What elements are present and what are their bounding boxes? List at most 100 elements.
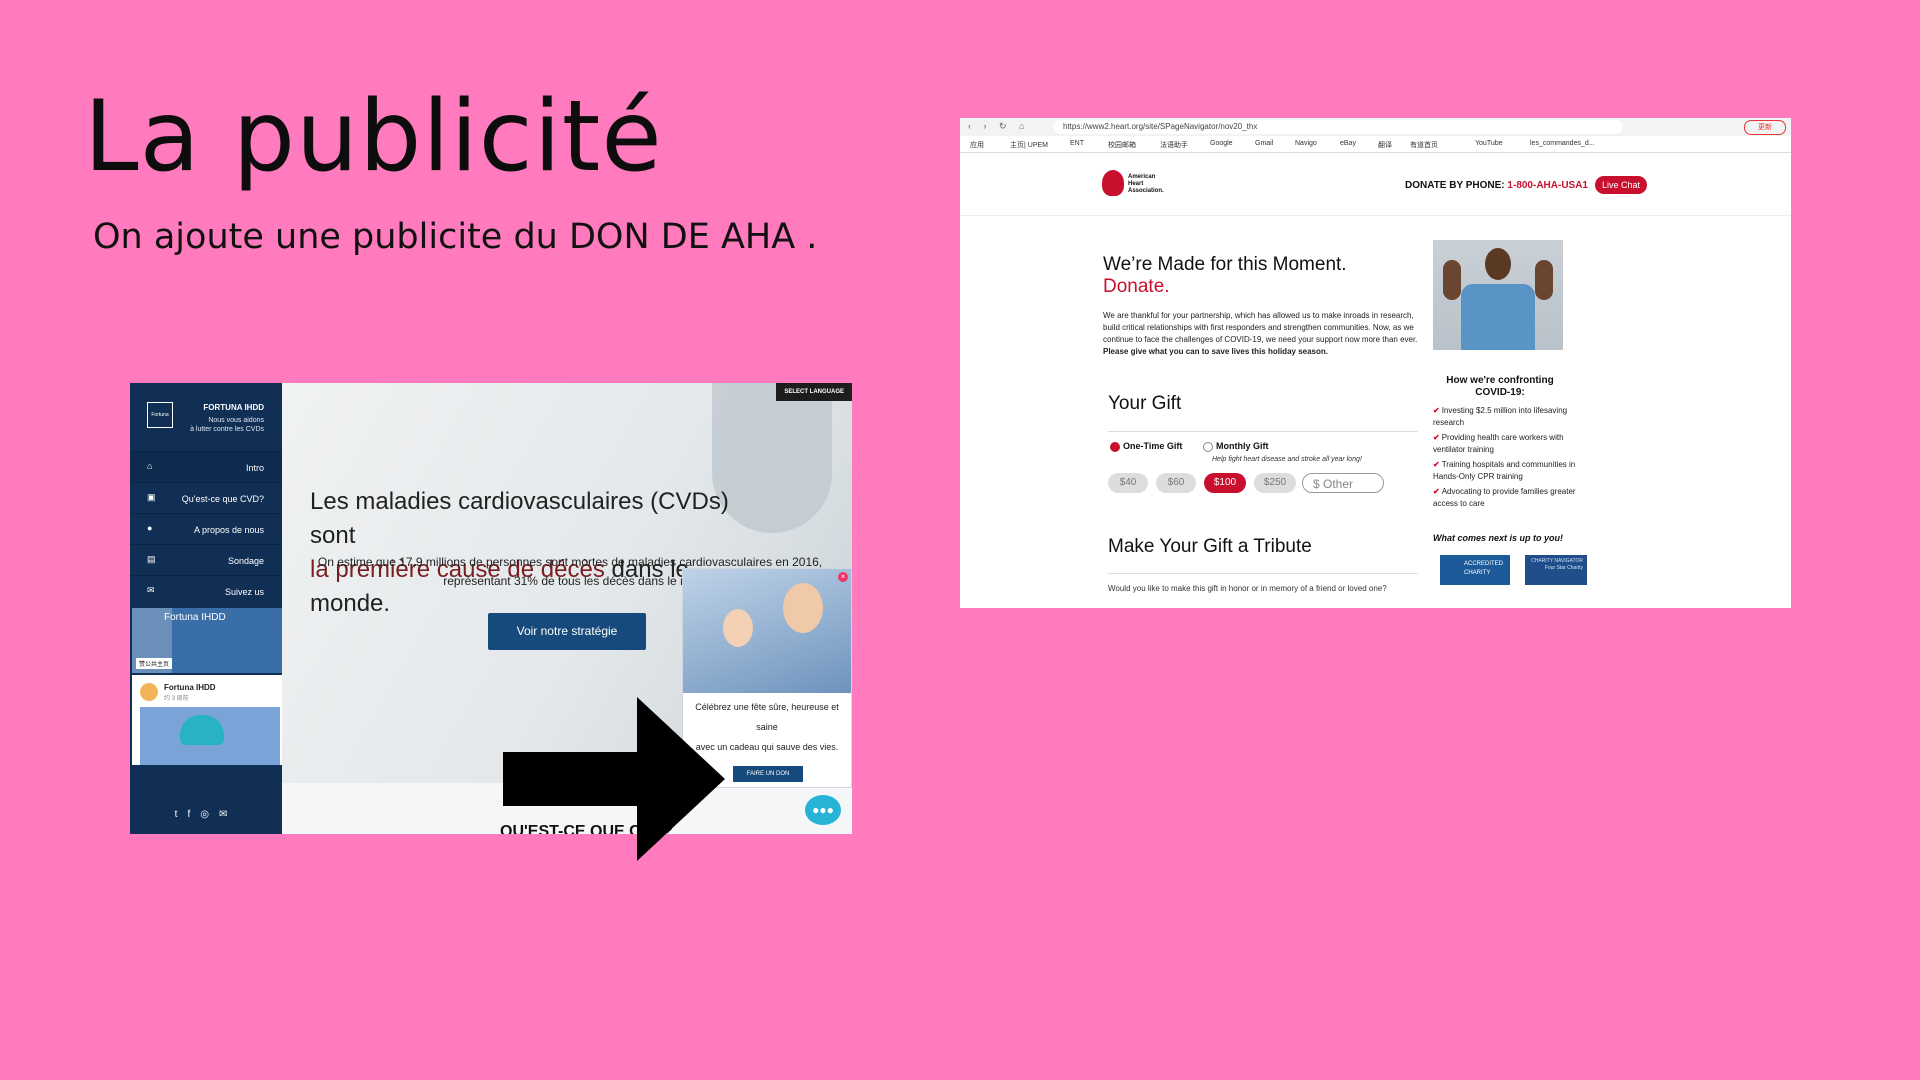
clipboard-icon: ▣ [147,492,156,502]
check-icon: ✔ [1433,460,1440,469]
fb-post-author: Fortuna IHDD [164,683,216,692]
donate-button[interactable]: FAIRE UN DON [733,766,803,782]
user-icon: ● [147,523,153,533]
list-item-text: Providing health care workers with venti… [1433,433,1564,454]
bookmark[interactable]: 有道首页 [1410,140,1438,150]
fb-page-name: Fortuna IHDD [164,612,226,623]
list-item-text: Training hospitals and communities in Ha… [1433,460,1576,481]
header-divider [960,215,1791,216]
live-chat-button[interactable]: Live Chat [1595,176,1647,194]
bookmark[interactable]: les_commandes_d... [1530,140,1595,147]
covid-list: ✔ Investing $2.5 million into lifesaving … [1433,405,1583,513]
bookmark[interactable]: ENT [1070,140,1084,147]
check-icon: ✔ [1433,406,1440,415]
bbb-badge[interactable]: ACCREDITED CHARITY [1440,555,1510,585]
bookmark[interactable]: 应用 [970,140,984,150]
facebook-icon[interactable]: f [187,809,200,820]
amount-60-button[interactable]: $60 [1156,473,1196,493]
brand-tagline-1: Nous vous aidons [208,417,264,424]
slide-title: La publicité [84,80,663,194]
sidebar-item-label: Sondage [227,556,264,566]
twitter-icon[interactable]: t [175,809,188,820]
browser-toolbar: ‹ › ↻ ⌂ https://www2.heart.org/site/SPag… [960,118,1791,136]
intro-paragraph: We are thankful for your partnership, wh… [1103,310,1421,358]
bookmark[interactable]: 校园邮箱 [1108,140,1136,150]
bookmark[interactable]: 主页| UPEM [1010,140,1048,150]
amount-40-button[interactable]: $40 [1108,473,1148,493]
facebook-post[interactable]: Fortuna IHDD 约 3 周前 [132,675,282,765]
browser-nav-icons[interactable]: ‹ › ↻ ⌂ [968,121,1029,132]
brand-name: FORTUNA IHDD [203,403,264,412]
mail-icon: ✉ [147,585,155,595]
phone-label: DONATE BY PHONE: [1405,180,1508,191]
radio-icon [1203,441,1213,452]
radio-selected-icon [1110,441,1120,452]
sidebar-item-survey[interactable]: ▤ Sondage [130,544,282,575]
avatar [140,683,158,701]
intro-text: We are thankful for your partnership, wh… [1103,311,1418,344]
radio-label: One-Time Gift [1123,441,1183,451]
monthly-gift-radio[interactable]: Monthly Gift [1203,441,1269,452]
slide-subtitle: On ajoute une publicite du DON DE AHA . [93,217,818,257]
fb-post-image [140,707,280,765]
bookmark[interactable]: YouTube [1475,140,1503,147]
donate-by-phone: DONATE BY PHONE: 1-800-AHA-USA1 [1405,180,1588,191]
intro-bold: Please give what you can to save lives t… [1103,347,1328,356]
family-photo [683,569,851,693]
facebook-page-card[interactable]: Fortuna IHDD 赞公共主页 [132,608,282,673]
fortuna-logo[interactable]: Fortuna [147,402,173,428]
charity-navigator-badge[interactable]: CHARITY NAVIGATOR Four Star Charity [1525,555,1587,585]
amount-100-button[interactable]: $100 [1204,473,1246,493]
tribute-question: Would you like to make this gift in hono… [1108,584,1387,593]
sidebar-item-intro[interactable]: ⌂ Intro [130,451,282,482]
bookmark[interactable]: Gmail [1255,140,1273,147]
url-bar[interactable]: https://www2.heart.org/site/SPageNavigat… [1053,120,1623,134]
next-text: What comes next is up to you! [1433,533,1564,543]
tribute-heading: Make Your Gift a Tribute [1108,536,1312,557]
fb-post-time: 约 3 周前 [164,696,189,702]
radio-label: Monthly Gift [1216,441,1269,451]
covid-heading: How we're confronting COVID-19: [1446,375,1554,398]
your-gift-heading: Your Gift [1108,393,1182,414]
home-icon: ⌂ [147,461,153,471]
amount-250-button[interactable]: $250 [1254,473,1296,493]
aha-screenshot: ‹ › ↻ ⌂ https://www2.heart.org/site/SPag… [960,118,1791,608]
brand-tagline: Nous vous aidons à lutter contre les CVD… [190,416,264,434]
list-item: ✔ Investing $2.5 million into lifesaving … [1433,405,1583,429]
brand-tagline-2: à lutter contre les CVDs [190,426,264,433]
chart-icon: ▤ [147,554,156,564]
bookmark[interactable]: 法语助手 [1160,140,1188,150]
page-heading: We’re Made for this Moment. [1103,254,1347,275]
help-text: Help fight heart disease and stroke all … [1212,456,1362,463]
bookmark[interactable]: eBay [1340,140,1356,147]
divider [1108,573,1418,574]
sidebar-item-cvd[interactable]: ▣ Qu'est-ce que CVD? [130,482,282,513]
update-button[interactable]: 更新 [1744,120,1786,135]
aha-heart-icon[interactable] [1102,170,1124,196]
instagram-icon[interactable]: ◎ [200,809,219,820]
sidebar-item-follow[interactable]: ✉ Suivez us [130,575,282,606]
chat-icon[interactable]: ●●● [805,795,841,825]
bookmark[interactable]: Navigo [1295,140,1317,147]
sidebar-item-about[interactable]: ● A propos de nous [130,513,282,544]
fb-like-button[interactable]: 赞公共主页 [136,658,173,669]
check-icon: ✔ [1433,433,1440,442]
phone-number[interactable]: 1-800-AHA-USA1 [1507,180,1588,191]
mail-icon[interactable]: ✉ [219,809,237,820]
sidebar-item-label: A propos de nous [193,525,264,535]
list-item-text: Advocating to provide families greater a… [1433,487,1576,508]
bookmark[interactable]: Google [1210,140,1233,147]
one-time-gift-radio[interactable]: One-Time Gift [1110,441,1182,452]
fortuna-screenshot: Fortuna FORTUNA IHDD Nous vous aidons à … [130,383,852,834]
list-item: ✔ Providing health care workers with vent… [1433,432,1583,456]
select-language-button[interactable]: SELECT LANGUAGE [776,383,852,401]
aha-logo-text: American Heart Association. [1128,174,1164,194]
hero-woman-photo [1433,240,1563,350]
social-links: tf◎✉ [130,809,282,820]
close-icon[interactable]: × [838,572,848,582]
strategy-button[interactable]: Voir notre stratégie [488,613,646,650]
sidebar-item-label: Qu'est-ce que CVD? [181,494,264,504]
bookmark[interactable]: 翻译 [1378,140,1392,150]
other-amount-input[interactable]: $ Other [1302,473,1384,493]
list-item: ✔ Training hospitals and communities in H… [1433,459,1583,483]
